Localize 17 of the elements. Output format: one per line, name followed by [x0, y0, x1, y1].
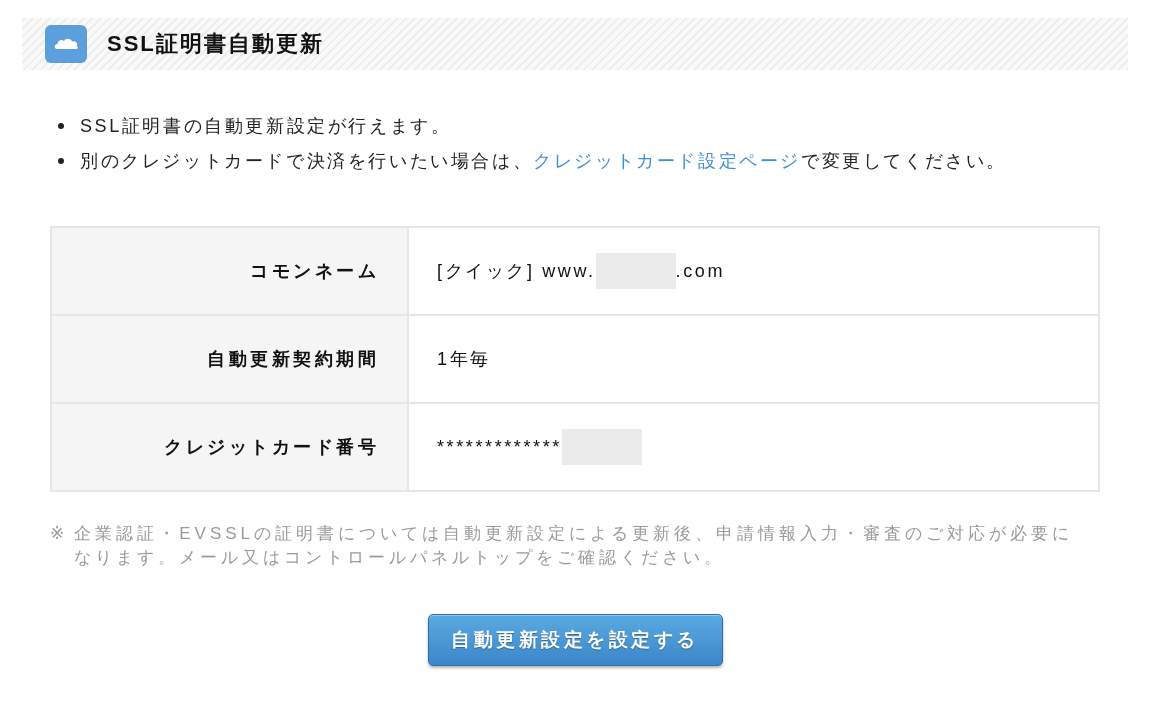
cloud-icon [45, 25, 87, 63]
note-mark: ※ [50, 523, 69, 545]
bullet-text: SSL証明書の自動更新設定が行えます。 [80, 115, 452, 138]
note-text: 企業認証・EVSSLの証明書については自動更新設定による更新後、申請情報入力・審査のご対応が必要になります。メール又はコントロールパネルトップをご確認ください。 [74, 523, 1075, 569]
page-title: SSL証明書自動更新 [107, 30, 324, 58]
row-label: クレジットカード番号 [51, 403, 408, 491]
bullet-text: 別のクレジットカードで決済を行いたい場合は、クレジットカード設定ページ で変更してください。 [80, 150, 1007, 173]
row-label: コモンネーム [51, 227, 408, 315]
bullet-icon [58, 123, 64, 129]
cell-value: 1年毎 [437, 349, 491, 369]
submit-button[interactable]: 自動更新設定を設定する [427, 614, 723, 666]
cell-value: ************* [437, 436, 562, 457]
settings-link[interactable]: クレジットカード設定ページ [533, 151, 801, 171]
row-label: 自動更新契約期間 [51, 315, 408, 403]
cell-value: .com [675, 260, 725, 281]
cell-value: [クイック] www. [437, 261, 596, 281]
bullet-icon [58, 158, 64, 164]
